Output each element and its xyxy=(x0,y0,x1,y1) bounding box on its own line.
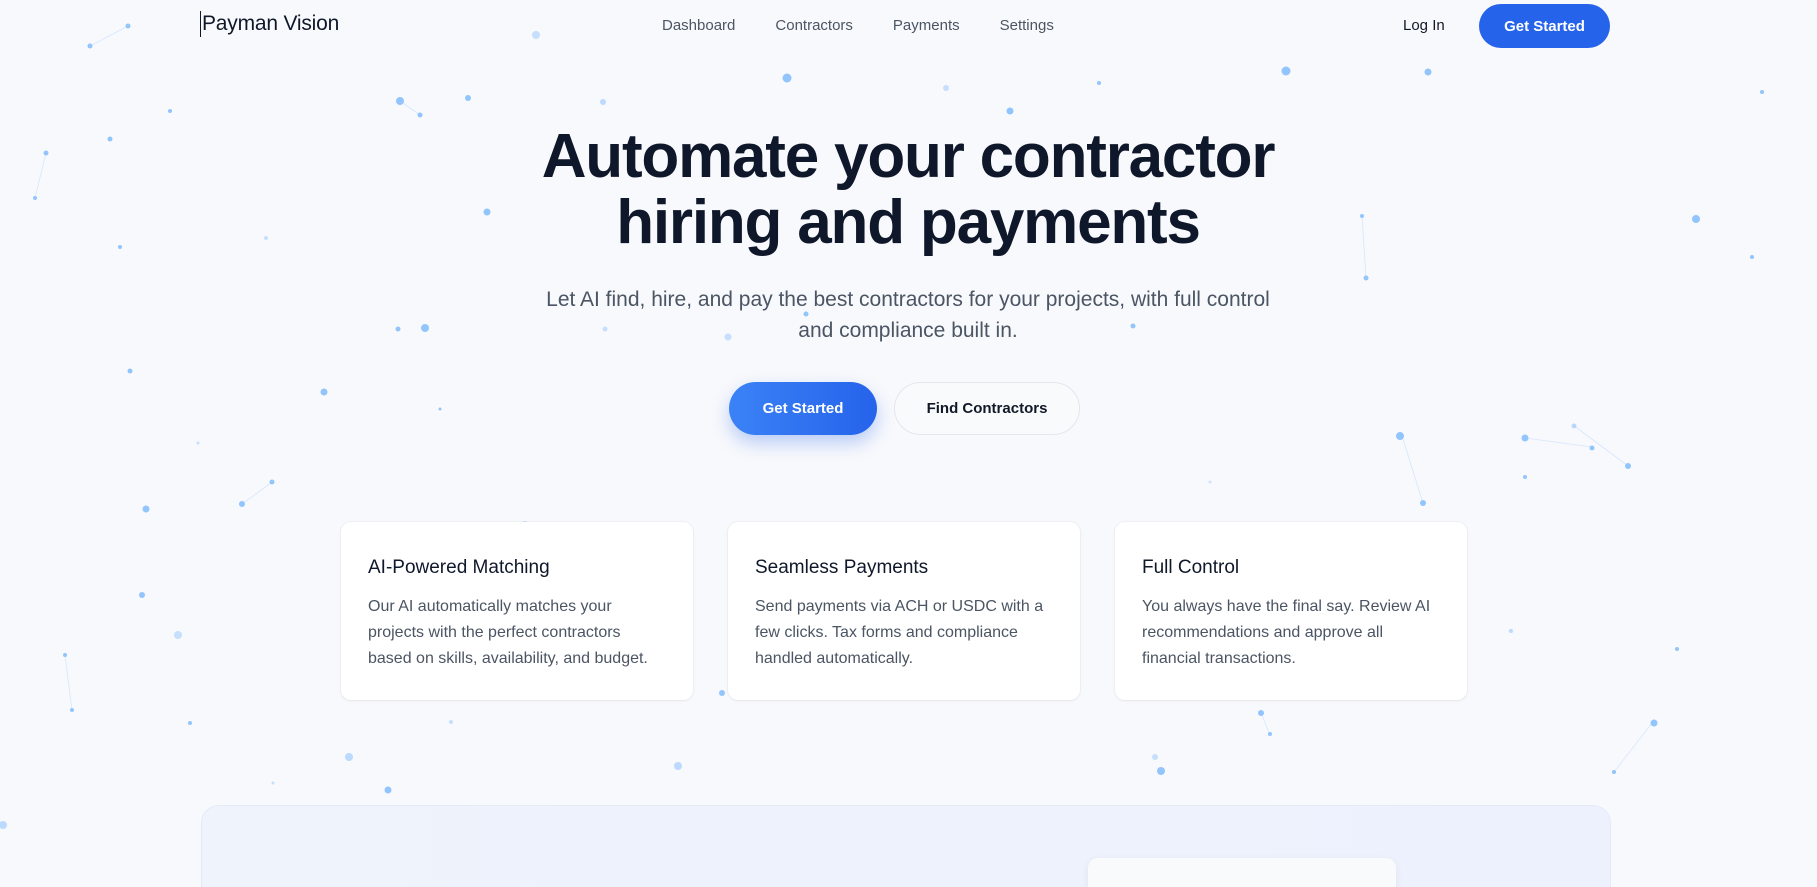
nav-link-settings[interactable]: Settings xyxy=(1000,16,1054,36)
feature-title: Full Control xyxy=(1142,557,1240,578)
hero-subtitle: Let AI find, hire, and pay the best cont… xyxy=(528,284,1288,346)
nav-link-contractors[interactable]: Contractors xyxy=(775,16,853,36)
feature-description: Our AI automatically matches your projec… xyxy=(368,598,648,667)
nav-links: Dashboard Contractors Payments Settings xyxy=(662,16,1054,36)
get-started-nav-button[interactable]: Get Started xyxy=(1479,4,1610,48)
feature-title: Seamless Payments xyxy=(755,557,929,578)
nav-link-dashboard[interactable]: Dashboard xyxy=(662,16,735,36)
feature-card-payments: Seamless Payments Send payments via ACH … xyxy=(728,522,1080,700)
landing-page: Payman Vision Dashboard Contractors Paym… xyxy=(0,0,1817,887)
app-preview-card xyxy=(1088,858,1396,887)
hero-title-line-2: hiring and payments xyxy=(616,188,1201,257)
brand-logo[interactable]: Payman Vision xyxy=(200,11,339,37)
feature-description: You always have the final say. Review AI… xyxy=(1142,598,1431,667)
nav-link-payments[interactable]: Payments xyxy=(893,16,960,36)
feature-title: AI-Powered Matching xyxy=(368,557,550,578)
hero-title-line-1: Automate your contractor xyxy=(541,122,1276,191)
feature-card-control: Full Control You always have the final s… xyxy=(1115,522,1467,700)
app-preview-panel xyxy=(201,805,1611,887)
feature-card-ai-matching: AI-Powered Matching Our AI automatically… xyxy=(341,522,693,700)
hero-title: Automate your contractor hiring and paym… xyxy=(408,124,1408,256)
feature-description: Send payments via ACH or USDC with a few… xyxy=(755,598,1044,667)
hero-subtitle-line-1: Let AI find, hire, and pay the best cont… xyxy=(546,288,1270,311)
get-started-hero-button[interactable]: Get Started xyxy=(729,382,877,435)
find-contractors-button[interactable]: Find Contractors xyxy=(894,382,1080,435)
top-nav: Payman Vision Dashboard Contractors Paym… xyxy=(0,0,1817,52)
hero-subtitle-line-2: and compliance built in. xyxy=(798,319,1018,342)
login-link[interactable]: Log In xyxy=(1403,16,1445,36)
